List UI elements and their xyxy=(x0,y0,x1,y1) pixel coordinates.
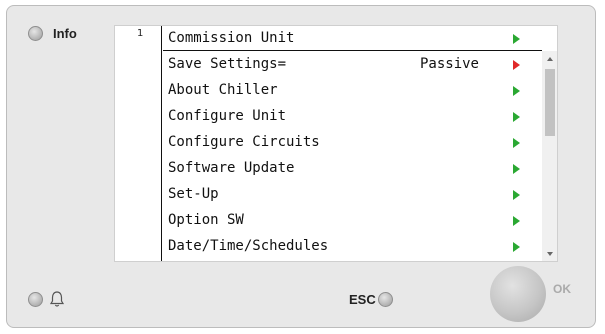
menu-header-label: Commission Unit xyxy=(168,30,295,46)
menu-item-label: Configure Unit xyxy=(168,108,287,124)
menu-item-label: Save Settings= xyxy=(168,56,287,72)
menu-item-set-up[interactable]: Set-Up xyxy=(163,182,542,207)
esc-led[interactable] xyxy=(378,292,393,307)
menu-item-software-update[interactable]: Software Update xyxy=(163,156,542,181)
arrow-right-icon xyxy=(513,164,520,174)
arrow-right-icon xyxy=(513,112,520,122)
page-gutter: 1 xyxy=(115,26,162,261)
menu-item-label: Configure Circuits xyxy=(168,134,320,150)
menu-item-save-settings[interactable]: Save Settings= Passive xyxy=(163,52,542,77)
arrow-right-icon xyxy=(513,34,520,44)
menu-item-label: Set-Up xyxy=(168,186,219,202)
display-screen: 1 Commission Unit Save Settings= Passive… xyxy=(114,25,558,262)
menu-item-value: Passive xyxy=(419,56,479,72)
arrow-right-icon xyxy=(513,60,520,70)
menu-item-option-sw[interactable]: Option SW xyxy=(163,208,542,233)
arrow-right-icon xyxy=(513,216,520,226)
menu-item-label: Option SW xyxy=(168,212,244,228)
menu-item-configure-unit[interactable]: Configure Unit xyxy=(163,104,542,129)
info-label: Info xyxy=(53,26,77,41)
menu-header[interactable]: Commission Unit xyxy=(163,26,542,51)
ok-label: OK xyxy=(553,282,571,296)
scrollbar[interactable] xyxy=(542,51,557,261)
info-led[interactable] xyxy=(28,26,43,41)
scroll-up-icon[interactable] xyxy=(547,57,553,61)
alarm-led[interactable] xyxy=(28,292,43,307)
arrow-right-icon xyxy=(513,242,520,252)
menu-item-label: About Chiller xyxy=(168,82,278,98)
arrow-right-icon xyxy=(513,86,520,96)
page-number: 1 xyxy=(137,28,144,39)
scrollbar-thumb[interactable] xyxy=(545,69,555,136)
arrow-right-icon xyxy=(513,190,520,200)
menu-item-configure-circuits[interactable]: Configure Circuits xyxy=(163,130,542,155)
menu-item-date-time-schedules[interactable]: Date/Time/Schedules xyxy=(163,234,542,259)
arrow-right-icon xyxy=(513,138,520,148)
menu-item-about-chiller[interactable]: About Chiller xyxy=(163,78,542,103)
menu-item-label: Software Update xyxy=(168,160,295,176)
ok-knob[interactable] xyxy=(490,266,546,322)
bell-icon[interactable] xyxy=(49,290,65,308)
esc-label: ESC xyxy=(349,292,376,307)
menu-item-label: Date/Time/Schedules xyxy=(168,238,329,254)
scroll-down-icon[interactable] xyxy=(547,252,553,256)
